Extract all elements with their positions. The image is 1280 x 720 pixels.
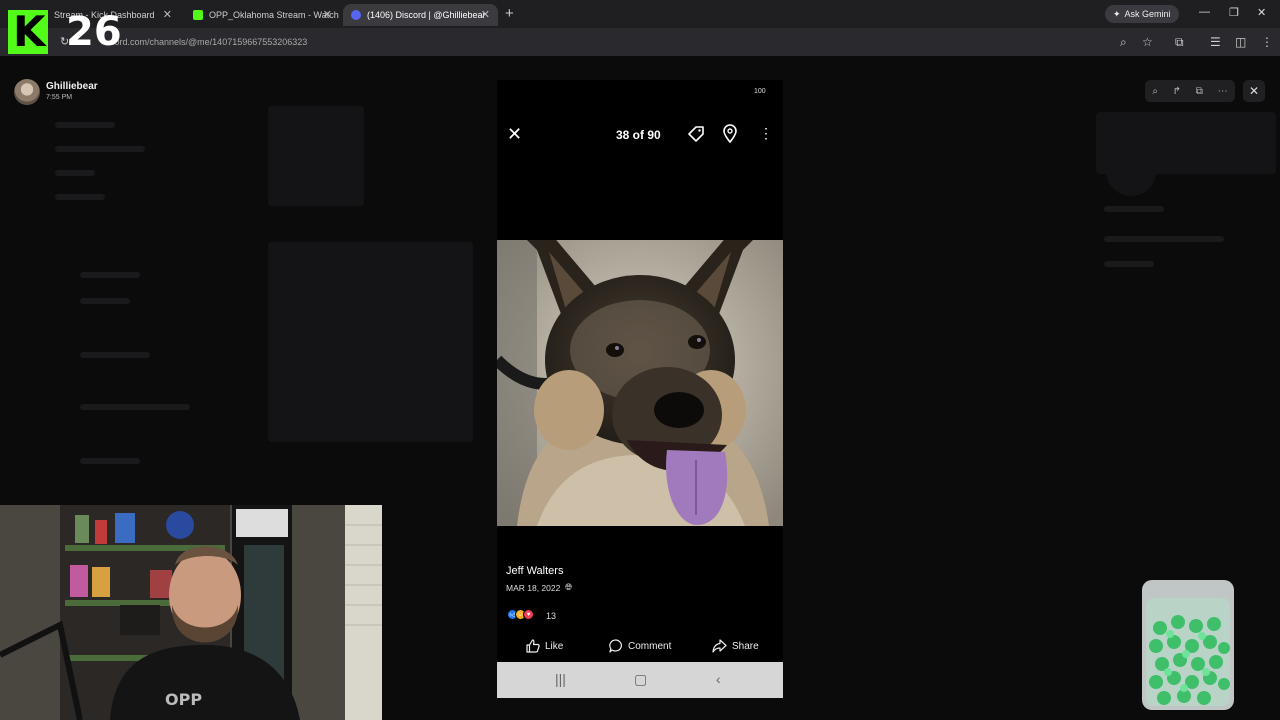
- more-vert-icon[interactable]: ⋮: [759, 125, 773, 142]
- tab-close-icon[interactable]: ✕: [481, 8, 490, 21]
- webcam-feed: OPP: [0, 505, 382, 720]
- comment-icon: [609, 639, 622, 653]
- tab-label: OPP_Oklahoma Stream - Watch: [209, 10, 339, 20]
- browser-menu-icon[interactable]: ⋮: [1261, 35, 1273, 49]
- close-icon[interactable]: ✕: [507, 124, 522, 145]
- blurred-line: [80, 272, 140, 278]
- kick-letter: K: [13, 7, 46, 56]
- media-controls-icon[interactable]: ☰: [1210, 35, 1221, 49]
- blurred-line: [80, 298, 130, 304]
- profile-icon[interactable]: ◫: [1235, 35, 1246, 49]
- back-icon[interactable]: ‹: [716, 671, 721, 687]
- zoom-icon[interactable]: ⌕: [1152, 86, 1158, 97]
- blurred-line: [80, 352, 150, 358]
- blurred-line: [80, 404, 190, 410]
- gemini-label: Ask Gemini: [1124, 9, 1171, 19]
- comment-label: Comment: [628, 640, 672, 652]
- globe-icon: 🌐︎: [565, 582, 573, 592]
- photo-counter: 38 of 90: [616, 128, 661, 142]
- tab-discord[interactable]: (1406) Discord | @Ghilliebear ✕: [343, 4, 498, 26]
- close-viewer-icon[interactable]: ✕: [1243, 80, 1265, 102]
- share-button[interactable]: Share: [712, 639, 759, 653]
- user-name: Ghilliebear: [46, 81, 98, 92]
- more-horizontal-icon[interactable]: ⋯: [1218, 86, 1228, 97]
- avatar[interactable]: [14, 79, 40, 105]
- android-nav-bar: ||| ▢ ‹: [497, 662, 783, 698]
- bookmark-star-icon[interactable]: ☆: [1142, 35, 1153, 49]
- like-button[interactable]: Like: [526, 639, 563, 653]
- comment-button[interactable]: Comment: [609, 639, 671, 653]
- url-field[interactable]: cord.com/channels/@me/140715966755320632…: [110, 37, 307, 47]
- tab-close-icon[interactable]: ✕: [323, 8, 332, 21]
- reaction-icons[interactable]: 👍︎ ☺ ♥: [507, 609, 534, 620]
- kick-logo: K: [8, 10, 48, 54]
- reaction-count[interactable]: 13: [546, 611, 556, 621]
- tag-icon[interactable]: [686, 124, 706, 149]
- window-close-icon[interactable]: ✕: [1257, 6, 1266, 19]
- like-label: Like: [545, 640, 564, 652]
- blurred-image: [268, 106, 364, 206]
- kick-counter: 26: [66, 9, 122, 55]
- share-icon: [712, 639, 727, 653]
- blurred-line: [55, 122, 115, 128]
- tab-close-icon[interactable]: ✕: [163, 8, 172, 21]
- gift-jar-widget: [1140, 578, 1236, 712]
- blurred-line: [1104, 206, 1164, 212]
- tab-bar: Stream - Kick Dashboard ✕ OPP_Oklahoma S…: [0, 0, 1280, 28]
- recent-apps-icon[interactable]: |||: [555, 671, 566, 687]
- blurred-line: [55, 194, 105, 200]
- post-date: MAR 18, 2022: [506, 583, 561, 593]
- blurred-avatar: [1106, 146, 1156, 196]
- battery-level: 100: [754, 88, 766, 95]
- blurred-line: [80, 458, 140, 464]
- blurred-line: [1104, 261, 1154, 267]
- dog-photo[interactable]: [497, 240, 783, 526]
- blurred-image: [268, 242, 473, 442]
- share-label: Share: [732, 640, 759, 652]
- tab-opp-stream[interactable]: OPP_Oklahoma Stream - Watch ✕: [185, 4, 340, 26]
- forward-icon[interactable]: ↱: [1173, 86, 1181, 97]
- zoom-icon[interactable]: ⌕: [1120, 35, 1127, 50]
- extensions-icon[interactable]: ⧉: [1175, 35, 1184, 50]
- poster-name[interactable]: Jeff Walters: [506, 565, 563, 577]
- tab-label: (1406) Discord | @Ghilliebear: [367, 10, 486, 20]
- open-external-icon[interactable]: ⧉: [1196, 86, 1203, 97]
- blurred-line: [55, 146, 145, 152]
- gemini-sparkle-icon: ✦: [1113, 8, 1121, 19]
- message-time: 7:55 PM: [46, 94, 73, 101]
- svg-text:OPP: OPP: [165, 690, 202, 709]
- image-toolbar: ⌕ ↱ ⧉ ⋯: [1145, 80, 1235, 102]
- restore-icon[interactable]: ❐: [1229, 6, 1239, 19]
- love-reaction-icon: ♥: [523, 609, 534, 620]
- kick-favicon-icon: [193, 10, 203, 20]
- like-icon: [526, 639, 540, 653]
- discord-favicon-icon: [351, 10, 361, 20]
- blurred-line: [1104, 236, 1224, 242]
- location-pin-icon[interactable]: [722, 124, 738, 149]
- home-icon[interactable]: ▢: [634, 671, 647, 688]
- ask-gemini-button[interactable]: ✦ Ask Gemini: [1105, 5, 1179, 23]
- new-tab-button[interactable]: +: [505, 5, 514, 22]
- minimize-icon[interactable]: —: [1199, 6, 1210, 18]
- blurred-line: [55, 170, 95, 176]
